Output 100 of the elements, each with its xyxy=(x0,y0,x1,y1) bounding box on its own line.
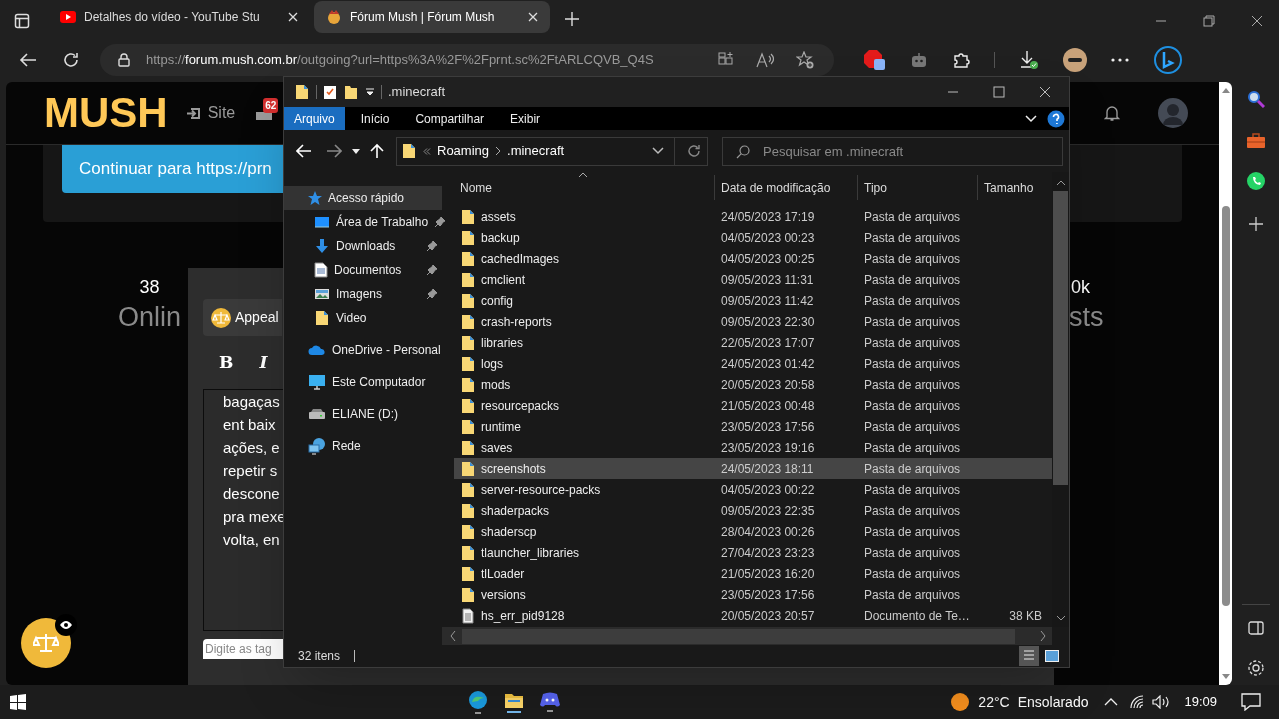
file-row[interactable]: shaderpacks 09/05/2023 22:35 Pasta de arquivos xyxy=(454,500,1052,521)
forward-icon[interactable] xyxy=(326,144,342,158)
file-row[interactable]: tlauncher_libraries 27/04/2023 23:23 Pasta de arquivos xyxy=(454,542,1052,563)
file-row[interactable]: screenshots 24/05/2023 18:11 Pasta de arquivos xyxy=(454,458,1052,479)
file-row[interactable]: cachedImages 04/05/2023 00:25 Pasta de arquivos xyxy=(454,248,1052,269)
breadcrumb-item[interactable]: .minecraft xyxy=(507,141,565,161)
address-bar[interactable]: https://forum.mush.com.br/outgoing?url=https%3A%2F%2Fprnt.sc%2FtARLCQVB_Q4S xyxy=(100,43,834,76)
bold-button[interactable]: B xyxy=(219,350,234,376)
scrollbar-thumb[interactable] xyxy=(1221,206,1230,606)
scrollbar-thumb[interactable] xyxy=(1053,191,1068,485)
site-link[interactable]: Site xyxy=(185,101,236,125)
notifications-icon[interactable] xyxy=(1241,693,1261,711)
search-field[interactable]: Pesquisar em .minecraft xyxy=(722,136,1063,166)
browser-tab[interactable]: Detalhes do vídeo - YouTube Stu xyxy=(48,1,310,33)
scroll-left-icon[interactable] xyxy=(450,631,456,641)
column-header[interactable]: Tipo xyxy=(858,175,978,200)
phone-chat-icon[interactable] xyxy=(1245,171,1266,191)
file-row[interactable]: hs_err_pid9128 20/05/2023 20:57 Documento de Te… 38 KB xyxy=(454,605,1052,626)
new-folder-icon[interactable] xyxy=(343,84,359,100)
properties-icon[interactable] xyxy=(323,84,337,100)
browser-tab[interactable]: Fórum Mush | Fórum Mush xyxy=(314,1,550,33)
file-row[interactable]: shaderscp 28/04/2023 00:26 Pasta de arquivos xyxy=(454,521,1052,542)
sidebar-toggle-icon[interactable] xyxy=(1247,621,1264,635)
close-icon[interactable] xyxy=(1251,15,1263,27)
file-row[interactable]: crash-reports 09/05/2023 22:30 Pasta de arquivos xyxy=(454,311,1052,332)
file-row[interactable]: config 09/05/2023 11:42 Pasta de arquivos xyxy=(454,290,1052,311)
ribbon-tab[interactable]: Compartilhar xyxy=(405,107,495,130)
file-row[interactable]: assets 24/05/2023 17:19 Pasta de arquivos xyxy=(454,206,1052,227)
file-row[interactable]: libraries 22/05/2023 17:07 Pasta de arquivos xyxy=(454,332,1052,353)
nav-item[interactable]: Este Computador xyxy=(284,370,442,394)
column-header[interactable]: Nome xyxy=(454,175,715,200)
history-dropdown-icon[interactable] xyxy=(652,147,664,155)
file-explorer-icon[interactable] xyxy=(504,691,524,709)
nav-item[interactable]: Área de Trabalho xyxy=(284,210,442,234)
volume-icon[interactable] xyxy=(1152,695,1171,709)
ribbon-tab[interactable]: Exibir xyxy=(500,107,551,130)
file-row[interactable]: backup 04/05/2023 00:23 Pasta de arquivos xyxy=(454,227,1052,248)
moderation-button[interactable] xyxy=(21,618,71,668)
help-icon[interactable] xyxy=(1047,109,1065,128)
stop-hand-icon[interactable] xyxy=(864,48,886,71)
scroll-down-icon[interactable] xyxy=(1056,616,1065,621)
file-row[interactable]: saves 23/05/2023 19:16 Pasta de arquivos xyxy=(454,437,1052,458)
read-aloud-icon[interactable] xyxy=(756,51,774,68)
column-header[interactable]: Tamanho xyxy=(978,175,1048,200)
bell-icon[interactable] xyxy=(1104,105,1120,121)
nav-item[interactable]: OneDrive - Personal xyxy=(284,338,442,362)
ribbon-tab[interactable]: Arquivo xyxy=(284,107,345,130)
restore-icon[interactable] xyxy=(1203,15,1215,27)
breadcrumb-item[interactable]: Roaming xyxy=(437,141,490,161)
scroll-down-icon[interactable] xyxy=(1221,674,1230,679)
tags-field[interactable]: Digite as tag xyxy=(203,639,283,659)
scroll-up-icon[interactable] xyxy=(1221,88,1230,93)
download-icon[interactable] xyxy=(1019,49,1039,70)
file-row[interactable]: logs 24/05/2023 01:42 Pasta de arquivos xyxy=(454,353,1052,374)
nav-item[interactable]: Video xyxy=(284,306,442,330)
back-icon[interactable] xyxy=(19,51,37,68)
maximize-icon[interactable] xyxy=(993,86,1005,98)
add-apps-icon[interactable] xyxy=(718,51,734,68)
site-logo[interactable]: MUSH xyxy=(44,92,168,134)
nav-item[interactable]: Downloads xyxy=(284,234,442,258)
tab-actions-icon[interactable] xyxy=(14,13,30,29)
collapse-ribbon-icon[interactable] xyxy=(1025,114,1037,123)
add-icon[interactable] xyxy=(1248,217,1263,231)
chevron-up-icon[interactable] xyxy=(1104,698,1119,706)
file-row[interactable]: versions 23/05/2023 17:56 Pasta de arquivos xyxy=(454,584,1052,605)
refresh-icon[interactable] xyxy=(62,50,80,69)
scrollbar-thumb[interactable] xyxy=(462,628,1015,644)
file-row[interactable]: runtime 23/05/2023 17:56 Pasta de arquivos xyxy=(454,416,1052,437)
recent-locations-icon[interactable] xyxy=(352,148,360,154)
tiles-view-icon[interactable] xyxy=(1045,650,1059,662)
file-row[interactable]: resourcepacks 21/05/2023 00:48 Pasta de arquivos xyxy=(454,395,1052,416)
file-row[interactable]: cmclient 09/05/2023 11:31 Pasta de arquivos xyxy=(454,269,1052,290)
new-tab-icon[interactable] xyxy=(564,11,580,27)
nav-item[interactable]: Rede xyxy=(284,434,442,458)
nav-item[interactable]: Documentos xyxy=(284,258,442,282)
refresh-icon[interactable] xyxy=(687,144,701,158)
extensions-icon[interactable] xyxy=(952,50,970,69)
scroll-up-icon[interactable] xyxy=(1056,180,1065,185)
more-icon[interactable] xyxy=(1111,57,1129,62)
settings-icon[interactable] xyxy=(1246,659,1265,677)
category-chip[interactable]: Appeal xyxy=(203,299,282,336)
file-row[interactable]: tlLoader 21/05/2023 16:20 Pasta de arquivos xyxy=(454,563,1052,584)
customize-icon[interactable] xyxy=(365,88,375,96)
file-row[interactable]: server-resource-packs 04/05/2023 00:22 Pasta de arquivos xyxy=(454,479,1052,500)
search-icon[interactable] xyxy=(1246,90,1265,108)
nav-item[interactable]: Acesso rápido xyxy=(284,186,442,210)
game-controller-icon[interactable] xyxy=(540,692,560,708)
close-icon[interactable] xyxy=(1039,86,1051,98)
column-header[interactable]: Data de modificação xyxy=(715,175,858,200)
file-row[interactable]: mods 20/05/2023 20:58 Pasta de arquivos xyxy=(454,374,1052,395)
clock-time[interactable]: 19:09 xyxy=(1184,692,1217,712)
favorite-icon[interactable] xyxy=(796,50,814,69)
up-icon[interactable] xyxy=(370,143,384,159)
italic-button[interactable]: I xyxy=(259,350,268,376)
nav-item[interactable]: ELIANE (D:) xyxy=(284,402,442,426)
address-field[interactable]: Roaming .minecraft xyxy=(396,136,708,166)
toolbox-icon[interactable] xyxy=(1245,133,1266,149)
nav-item[interactable]: Imagens xyxy=(284,282,442,306)
details-view-icon[interactable] xyxy=(1024,650,1034,662)
scroll-right-icon[interactable] xyxy=(1040,631,1046,641)
